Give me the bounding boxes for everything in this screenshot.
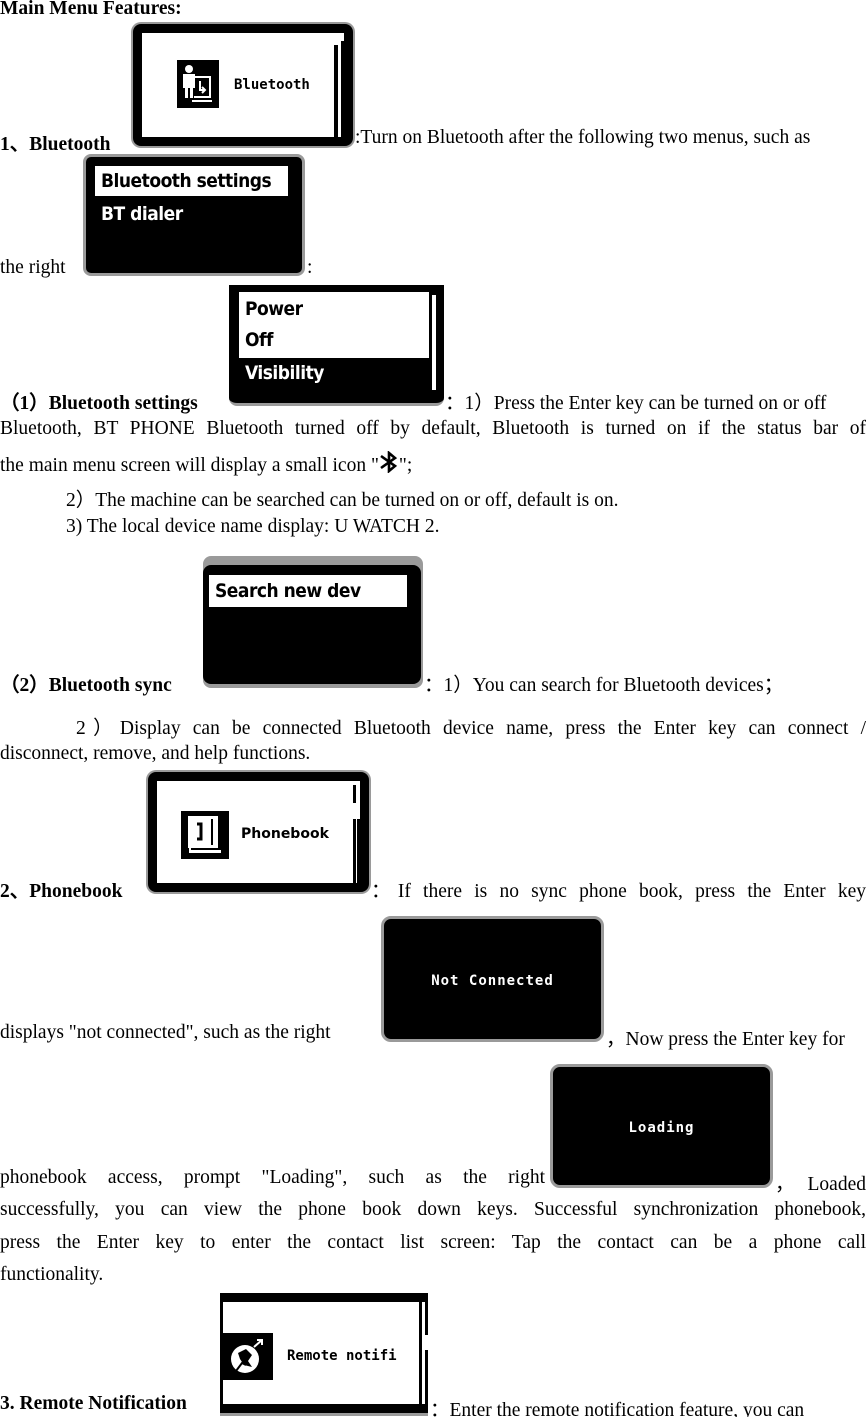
loading-screenshot: Loading <box>550 1064 773 1188</box>
settings-item-power: Power <box>245 298 303 320</box>
remote-notification-label: Remote notifi <box>287 1348 397 1364</box>
subsection1-line2: Bluetooth, BT PHONE Bluetooth turned off… <box>0 418 866 439</box>
loading-label: Loading <box>628 1120 695 1136</box>
subsection2-line2: 2）Display can be connected Bluetooth dev… <box>76 718 866 739</box>
not-connected-screenshot: Not Connected <box>381 916 604 1042</box>
not-connected-label: Not Connected <box>431 973 554 989</box>
scrollbar-thumb <box>341 41 344 137</box>
subsection1-title: （1）Bluetooth settings <box>0 393 198 414</box>
subsection2-line1: ：1）You can search for Bluetooth devices； <box>424 675 784 696</box>
subsection2-line3: disconnect, remove, and help functions. <box>0 743 311 764</box>
subsection1-line1: ：1）Press the Enter key can be turned on … <box>445 393 827 414</box>
subsection1-line3-prefix: the main menu screen will display a smal… <box>0 455 379 476</box>
section1-desc: :Turn on Bluetooth after the following t… <box>355 127 811 148</box>
section1-desc-line2-suffix: : <box>307 257 313 278</box>
section2-line5: press the Enter key to enter the contact… <box>0 1232 866 1253</box>
page-heading: Main Menu Features: <box>0 0 182 19</box>
section2-line2: displays "not connected", such as the ri… <box>0 1022 331 1043</box>
subsection2-title: （2）Bluetooth sync <box>0 675 172 696</box>
bluetooth-person-icon <box>177 60 219 108</box>
scrollbar-thumb <box>425 1350 428 1404</box>
remote-notification-icon <box>223 1333 273 1380</box>
section2-line4: successfully, you can view the phone boo… <box>0 1199 866 1220</box>
section2-line3-suffix: ，Loaded <box>775 1174 866 1195</box>
section2-line2-suffix: ，Now press the Enter key for <box>606 1029 845 1050</box>
section1-title: 1、Bluetooth <box>0 134 111 155</box>
scrollbar <box>334 45 338 137</box>
bluetooth-sync-screenshot: Search new dev <box>203 556 423 688</box>
subsection1-line4: 2）The machine can be searched can be tur… <box>66 490 619 511</box>
settings-item-visibility: Visibility <box>245 362 324 384</box>
section3-title: 3. Remote Notification <box>0 1393 187 1414</box>
bluetooth-submenu-screenshot: Bluetooth settings BT dialer <box>83 154 305 276</box>
subsection1-line3: the main menu screen will display a smal… <box>0 450 413 479</box>
bluetooth-icon <box>379 450 399 479</box>
scrollbar-thumb <box>352 803 360 819</box>
submenu-item-bluetooth-settings: Bluetooth settings <box>95 166 288 196</box>
phonebook-menu-screenshot: Phonebook <box>148 772 369 892</box>
subsection1-line3-suffix: "; <box>398 455 413 476</box>
submenu-item-bt-dialer: BT dialer <box>101 203 183 225</box>
sync-item-search-new-dev: Search new dev <box>209 575 407 607</box>
phonebook-icon <box>181 811 229 859</box>
scrollbar <box>432 295 436 390</box>
settings-item-off: Off <box>245 329 273 351</box>
section2-line6: functionality. <box>0 1264 104 1285</box>
bluetooth-menu-screenshot: Bluetooth <box>133 24 353 146</box>
section3-line1: ：Enter the remote notification feature, … <box>430 1400 805 1417</box>
section2-title: 2、Phonebook <box>0 881 123 902</box>
section1-desc-line2-prefix: the right <box>0 257 66 278</box>
phonebook-menu-label: Phonebook <box>241 826 329 842</box>
remote-notification-screenshot: Remote notifi <box>220 1293 428 1413</box>
bluetooth-menu-label: Bluetooth <box>234 77 310 93</box>
subsection1-line5: 3) The local device name display: U WATC… <box>66 516 440 537</box>
section2-line3: phonebook access, prompt "Loading", such… <box>0 1167 545 1188</box>
scrollbar <box>353 785 356 883</box>
section2-line1: ：If there is no sync phone book, press t… <box>371 881 866 902</box>
scrollbar <box>419 1302 422 1404</box>
bluetooth-settings-screenshot: Power Off Visibility <box>229 285 444 406</box>
